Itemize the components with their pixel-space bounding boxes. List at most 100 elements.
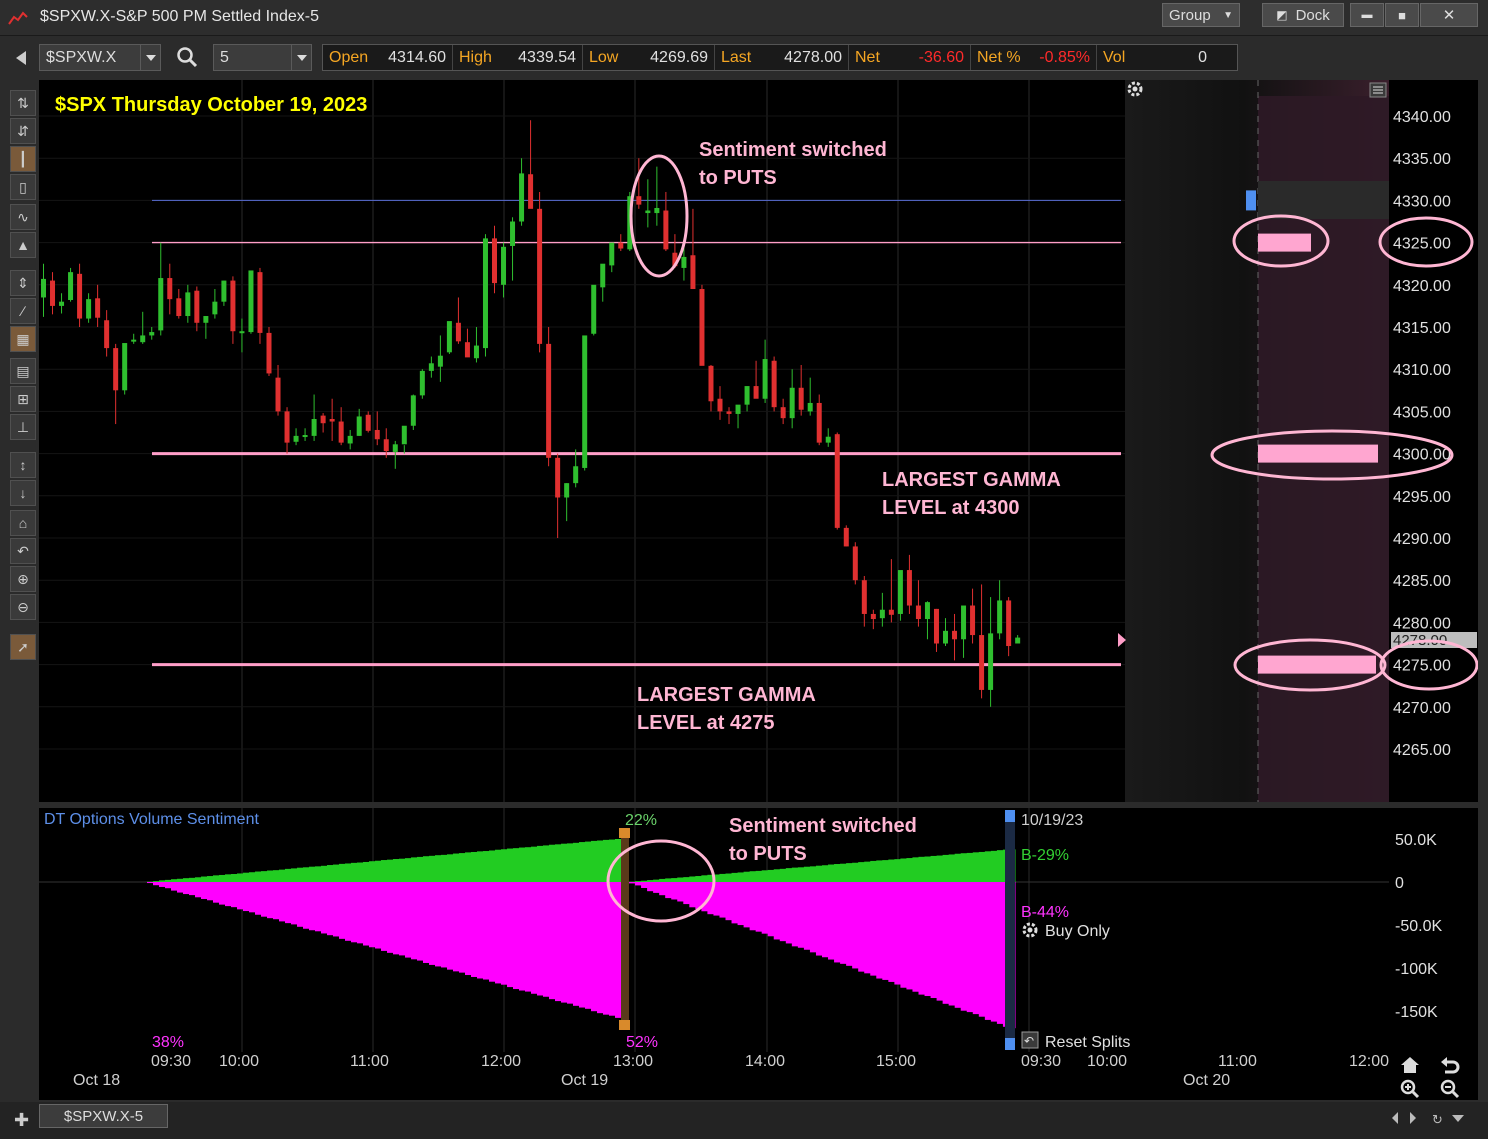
put-volume-bar: [525, 882, 532, 992]
put-volume-bar: [773, 882, 781, 940]
split-tool-icon[interactable]: ⇕: [10, 270, 36, 296]
put-volume-bar: [779, 882, 787, 942]
candle: [104, 310, 110, 357]
put-volume-bar: [936, 882, 944, 1001]
put-volume-bar: [822, 882, 829, 958]
candle: [906, 554, 912, 614]
interval-dropdown-icon[interactable]: [291, 45, 311, 70]
price-pane[interactable]: 4340.00 4335.00 4330.00 4325.00 4320.00 4315.…: [39, 80, 1478, 802]
area-chart-icon[interactable]: ▲: [10, 232, 36, 258]
tab-next-icon[interactable]: [1410, 1112, 1416, 1124]
axis-zoom-in-icon[interactable]: [1400, 1079, 1420, 1099]
candle: [455, 297, 461, 344]
collapse-left-icon[interactable]: [14, 50, 28, 66]
put-volume-bar: [960, 882, 968, 1011]
interval-input[interactable]: 5: [213, 44, 312, 71]
buy-only-label[interactable]: Buy Only: [1045, 923, 1110, 940]
close-icon: ✕: [1442, 7, 1456, 24]
tab-refresh-icon[interactable]: ↻: [1432, 1112, 1443, 1127]
candle-body: [50, 280, 56, 306]
ohlc-tool-icon[interactable]: ▯: [10, 174, 36, 200]
call-volume-bar: [815, 865, 823, 882]
call-volume-bar: [882, 860, 889, 882]
put-volume-bar: [725, 882, 733, 921]
call-volume-bar: [387, 859, 394, 882]
bar-tool-icon[interactable]: ⇵: [10, 118, 36, 144]
panel-menu-icon[interactable]: [1369, 82, 1387, 98]
axis-home-icon[interactable]: [1401, 1057, 1419, 1073]
candle-body: [645, 210, 651, 214]
price-chart[interactable]: 4340.00 4335.00 4330.00 4325.00 4320.00 4315.…: [39, 80, 1478, 802]
candle: [482, 234, 488, 357]
candle: [537, 191, 543, 353]
buy-only-gear-icon[interactable]: [1022, 922, 1038, 938]
put-volume-bar: [339, 882, 346, 939]
candle: [924, 601, 930, 640]
call-volume-bar: [159, 880, 166, 882]
cursor-tool-icon[interactable]: ⇅: [10, 90, 36, 116]
grid-tool-icon[interactable]: ▦: [10, 326, 36, 352]
call-volume-bar: [749, 871, 757, 882]
maximize-button[interactable]: ■: [1385, 3, 1419, 27]
call-volume-bar: [519, 847, 526, 882]
date-label: Oct 18: [73, 1072, 120, 1089]
put-volume-bar: [333, 882, 340, 937]
reset-splits-icon[interactable]: ↶: [1021, 1031, 1039, 1049]
put-volume-bar: [791, 882, 799, 947]
time-label: 14:00: [745, 1053, 785, 1070]
crosshair-tool-icon[interactable]: ⊥: [10, 414, 36, 440]
vol-date-label: 10/19/23: [1021, 812, 1083, 829]
symbol-dropdown-icon[interactable]: [140, 45, 160, 70]
table-tool-icon[interactable]: ▤: [10, 358, 36, 384]
volume-sentiment-pane[interactable]: 50.0K 0 -50.0K -100K -150K DT Options Volume…: [39, 808, 1478, 1052]
put-volume-bar: [731, 882, 739, 924]
pointer-tool-icon[interactable]: ➚: [10, 634, 36, 660]
call-volume-bar: [333, 864, 340, 882]
candle-body: [753, 386, 759, 399]
home-icon[interactable]: ⌂: [10, 510, 36, 536]
tab-menu-icon[interactable]: [1452, 1115, 1464, 1122]
candle: [519, 158, 525, 226]
put-volume-bar: [809, 882, 817, 953]
reset-splits-label[interactable]: Reset Splits: [1045, 1034, 1130, 1051]
put-volume-bar: [549, 882, 556, 1000]
call-volume-bar: [417, 856, 424, 882]
line-chart-icon[interactable]: ∿: [10, 204, 36, 230]
minimize-button[interactable]: ▬: [1350, 3, 1384, 27]
undo-icon[interactable]: ↶: [10, 538, 36, 564]
axis-undo-icon[interactable]: [1441, 1057, 1460, 1074]
put-volume-bar: [603, 882, 610, 1015]
close-button[interactable]: ✕: [1420, 3, 1478, 27]
candle-tool-icon[interactable]: ┃: [10, 146, 36, 172]
call-volume-bar: [375, 860, 382, 882]
call-volume-bar: [543, 845, 550, 882]
volume-sentiment-chart[interactable]: 50.0K 0 -50.0K -100K -150K DT Options Volume…: [39, 808, 1478, 1052]
put-volume-bar: [573, 882, 580, 1006]
measure-tool-icon[interactable]: ↓: [10, 480, 36, 506]
tab-prev-icon[interactable]: [1392, 1112, 1398, 1124]
zoom-in-icon[interactable]: ⊕: [10, 566, 36, 592]
candle: [744, 386, 750, 412]
candle: [501, 242, 507, 298]
candle-body: [699, 289, 705, 366]
call-volume-bar: [267, 870, 274, 882]
candle-body: [122, 343, 128, 391]
zoom-out-icon[interactable]: ⊖: [10, 594, 36, 620]
current-session-top-marker: [1005, 810, 1015, 822]
search-icon[interactable]: [176, 46, 198, 68]
tab-chart[interactable]: $SPXW.X -5: [39, 1104, 168, 1128]
low-label: Low: [589, 48, 619, 66]
call-volume-bar: [507, 848, 514, 882]
call-volume-bar: [701, 875, 708, 882]
fib-tool-icon[interactable]: ∕: [10, 298, 36, 324]
candle-body: [266, 332, 272, 374]
candle: [609, 242, 615, 273]
grid-small-icon[interactable]: ⊞: [10, 386, 36, 412]
axis-zoom-out-icon[interactable]: [1440, 1079, 1460, 1099]
symbol-input[interactable]: $SPXW.X: [39, 44, 161, 71]
dock-button[interactable]: ◩ Dock: [1262, 3, 1344, 27]
group-dropdown[interactable]: Group ▼: [1162, 3, 1240, 27]
put-volume-bar: [291, 882, 298, 925]
add-tab-icon[interactable]: ✚: [14, 1110, 29, 1131]
scale-tool-icon[interactable]: ↕: [10, 452, 36, 478]
